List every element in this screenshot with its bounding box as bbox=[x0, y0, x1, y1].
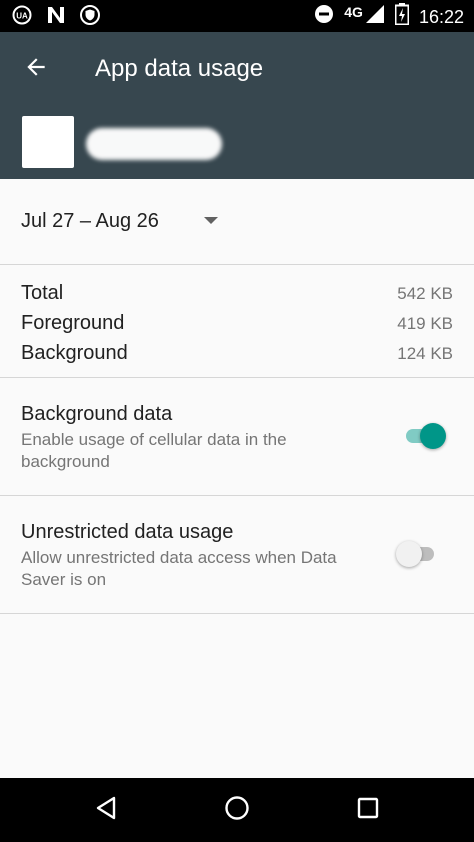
background-data-summary: Enable usage of cellular data in the bac… bbox=[21, 430, 287, 471]
unrestricted-data-summary: Allow unrestricted data access when Data… bbox=[21, 548, 337, 589]
usage-foreground-label: Foreground bbox=[21, 312, 125, 334]
content: Jul 27 – Aug 26 Total 542 KB Foreground … bbox=[0, 179, 474, 778]
app-icon bbox=[22, 116, 74, 168]
background-data-switch[interactable] bbox=[404, 421, 446, 451]
unrestricted-data-switch[interactable] bbox=[396, 539, 438, 569]
usage-total-label: Total bbox=[21, 282, 64, 304]
svg-text:UA: UA bbox=[16, 12, 28, 21]
back-triangle-icon bbox=[93, 795, 119, 826]
clock: 16:22 bbox=[418, 6, 464, 27]
nav-home-button[interactable] bbox=[217, 790, 257, 830]
usage-foreground-value: 419 KB bbox=[397, 314, 453, 333]
nav-back-button[interactable] bbox=[86, 790, 126, 830]
arrow-back-icon bbox=[23, 54, 49, 85]
home-circle-icon bbox=[224, 795, 250, 826]
app-header bbox=[0, 106, 474, 179]
dropdown-arrow-icon bbox=[204, 217, 218, 224]
network-type: 4G bbox=[344, 3, 363, 20]
unrestricted-data-setting[interactable]: Unrestricted data usage Allow unrestrict… bbox=[0, 495, 474, 612]
usage-row-total: Total 542 KB bbox=[21, 279, 453, 309]
ua-icon: UA bbox=[12, 5, 32, 30]
page-title: App data usage bbox=[95, 55, 264, 82]
switch-thumb bbox=[420, 423, 446, 449]
cycle-label: Jul 27 – Aug 26 bbox=[21, 210, 159, 232]
cycle-selector[interactable]: Jul 27 – Aug 26 bbox=[0, 179, 474, 264]
unrestricted-data-title: Unrestricted data usage bbox=[21, 521, 234, 543]
app-name-redacted bbox=[86, 128, 222, 160]
shield-icon bbox=[80, 5, 100, 30]
switch-thumb bbox=[396, 541, 422, 567]
usage-row-foreground: Foreground 419 KB bbox=[21, 309, 453, 339]
dnd-icon bbox=[314, 4, 334, 29]
background-data-setting[interactable]: Background data Enable usage of cellular… bbox=[0, 377, 474, 494]
status-bar: UA 4G 16:22 bbox=[0, 0, 474, 32]
usage-background-label: Background bbox=[21, 342, 128, 364]
divider bbox=[0, 264, 474, 265]
divider bbox=[0, 613, 474, 614]
battery-charging-icon bbox=[394, 3, 410, 30]
usage-row-background: Background 124 KB bbox=[21, 339, 453, 369]
usage-total-value: 542 KB bbox=[397, 284, 453, 303]
usage-background-value: 124 KB bbox=[397, 344, 453, 363]
navigation-bar bbox=[0, 778, 474, 842]
signal-icon bbox=[365, 4, 385, 29]
app-bar: App data usage bbox=[0, 32, 474, 106]
n-icon bbox=[46, 5, 66, 30]
nav-recents-button[interactable] bbox=[348, 790, 388, 830]
background-data-title: Background data bbox=[21, 403, 173, 425]
recents-square-icon bbox=[356, 796, 380, 825]
back-button[interactable] bbox=[16, 49, 56, 89]
